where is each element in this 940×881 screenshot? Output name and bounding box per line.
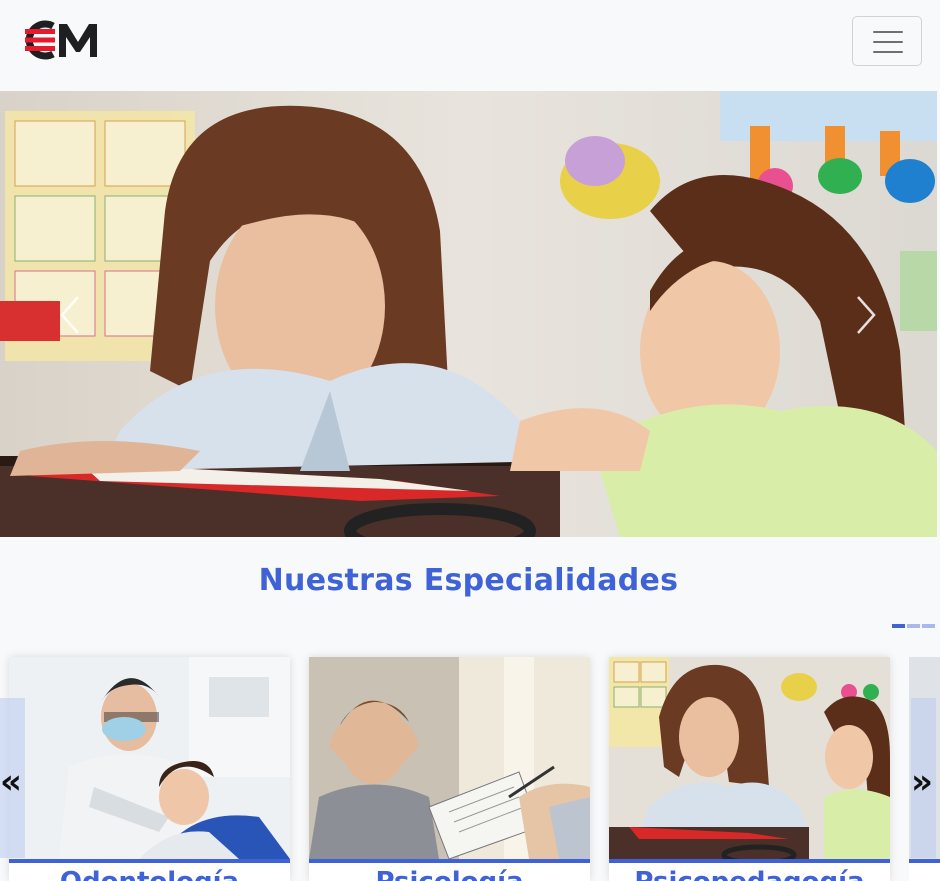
card-image	[309, 657, 590, 859]
indicator-dot[interactable]	[922, 624, 935, 628]
logo-mark	[25, 20, 97, 60]
specialty-card[interactable]: Psicología	[309, 657, 590, 881]
brand-logo[interactable]	[17, 20, 100, 60]
card-accent-bar	[9, 859, 290, 863]
chevron-right-icon	[857, 296, 876, 334]
menu-toggle-button[interactable]	[852, 16, 922, 66]
carousel-indicators	[892, 624, 935, 628]
card-label: Odontología	[9, 867, 290, 881]
double-chevron-right-icon[interactable]: »	[911, 764, 933, 800]
indicator-dot[interactable]	[892, 624, 905, 628]
hero-image	[0, 91, 937, 537]
section-title: Nuestras Especialidades	[258, 563, 679, 598]
card-accent-bar	[309, 859, 590, 863]
card-image	[609, 657, 890, 859]
hero-prev-button[interactable]	[50, 291, 90, 339]
card-label: Psicología	[309, 867, 590, 881]
hamburger-icon	[873, 31, 903, 33]
hero-next-button[interactable]	[846, 291, 886, 339]
card-image	[9, 657, 290, 859]
specialty-card[interactable]: Odontología	[9, 657, 290, 881]
hero-carousel	[0, 91, 937, 537]
navbar	[0, 0, 940, 91]
specialty-card[interactable]: Psicopedagogía	[609, 657, 890, 881]
card-label: Psicopedagogía	[609, 867, 890, 881]
card-accent-bar	[609, 859, 890, 863]
double-chevron-left-icon[interactable]: «	[0, 764, 22, 800]
chevron-left-icon	[60, 296, 79, 334]
indicator-dot[interactable]	[907, 624, 920, 628]
